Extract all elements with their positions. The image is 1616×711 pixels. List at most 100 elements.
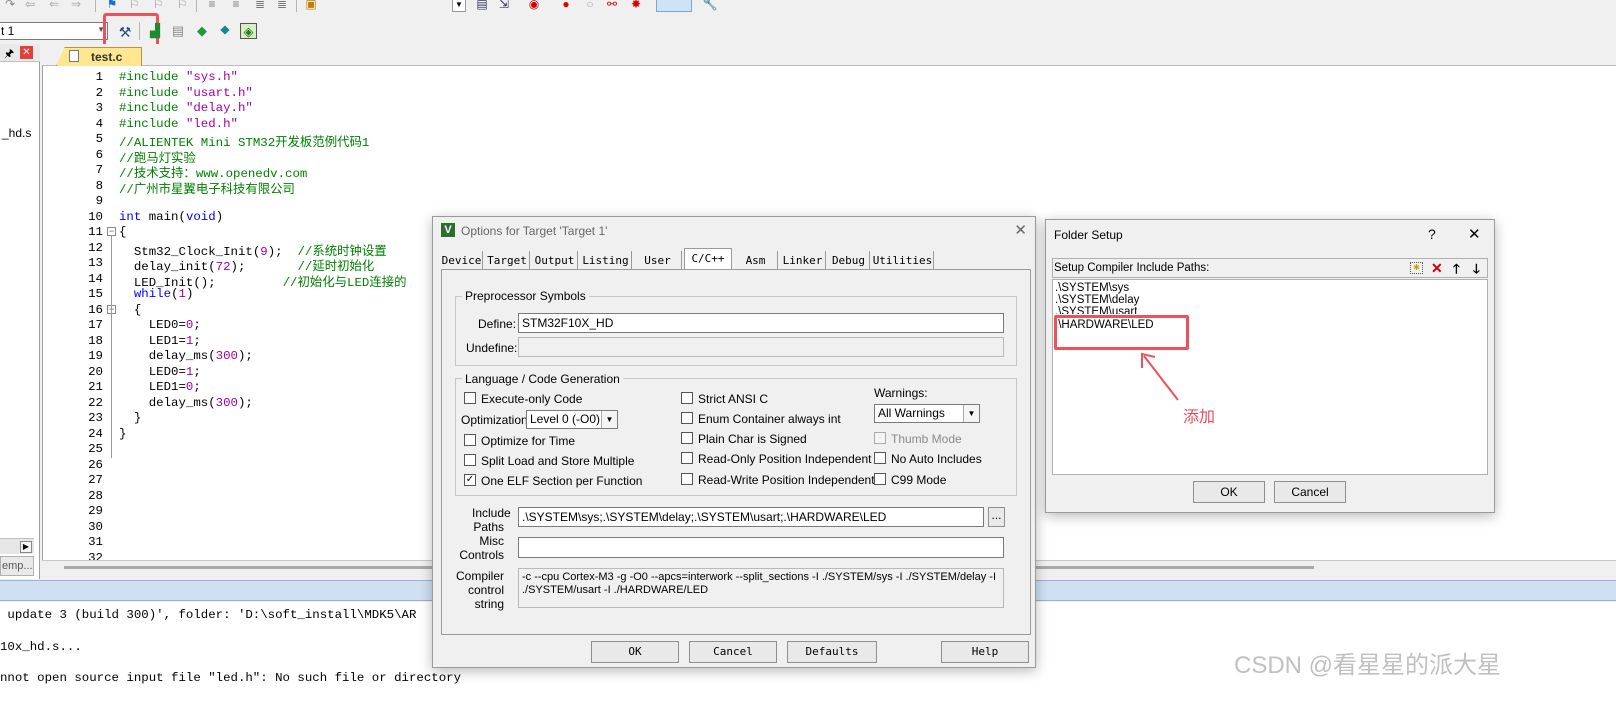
thumb-mode-checkbox[interactable]	[874, 432, 886, 444]
manage-project-items-icon[interactable]: ▟	[147, 23, 163, 39]
select-packs-icon[interactable]: ▤	[170, 23, 186, 39]
scroll-right-icon[interactable]: ▶	[20, 541, 32, 553]
c99-mode-checkbox[interactable]	[874, 473, 886, 485]
split-load-checkbox[interactable]	[464, 454, 476, 466]
pin-icon[interactable]: 🖈	[4, 45, 14, 64]
line-number: 2	[95, 85, 103, 100]
line-number: 6	[95, 147, 103, 162]
find-in-files-icon[interactable]: ▣	[303, 0, 319, 12]
delete-icon[interactable]: ✕	[1431, 260, 1443, 277]
define-input[interactable]: STM32F10X_HD	[518, 313, 1004, 333]
back-arrow-icon[interactable]: ⇐	[46, 0, 62, 12]
tab-target[interactable]: Target	[485, 251, 530, 270]
plain-char-checkbox[interactable]	[681, 432, 693, 444]
debug-session-icon[interactable]: ◉	[526, 0, 542, 12]
tab-device[interactable]: Device	[441, 251, 483, 270]
undefine-label: Undefine:	[466, 341, 518, 355]
file-icon	[69, 50, 79, 62]
no-auto-includes-checkbox[interactable]	[874, 452, 886, 464]
plain-char-label: Plain Char is Signed	[698, 432, 807, 446]
line-number: 31	[88, 535, 103, 549]
tab-user[interactable]: User	[634, 251, 682, 270]
indent-icon[interactable]: ≡	[204, 0, 220, 12]
warnings-select[interactable]: All Warnings ▼	[874, 404, 980, 423]
breakpoint-disable-icon[interactable]: ○	[582, 0, 598, 12]
rw-pi-label: Read-Write Position Independent	[698, 473, 875, 487]
tab-asm[interactable]: Asm	[734, 251, 778, 270]
tab-debug[interactable]: Debug	[828, 251, 870, 270]
close-icon[interactable]: ✕	[1468, 225, 1481, 243]
horizontal-scrollbar[interactable]: ▶	[0, 538, 34, 554]
target-select[interactable]: t 1 ▼	[0, 22, 108, 40]
help-icon[interactable]: ?	[1428, 226, 1436, 242]
bookmark-prev-icon[interactable]: ⚐	[126, 0, 142, 12]
project-panel: 🖈 ✕ _hd.s ▶ emp...	[0, 44, 40, 579]
close-icon[interactable]: ✕	[1014, 221, 1027, 239]
ok-button[interactable]: OK	[1193, 481, 1265, 503]
breakpoint-disable-all-icon[interactable]: ⚯	[604, 0, 620, 12]
fold-marker-icon[interactable]: −	[107, 227, 116, 236]
c-cpp-tab-page: Preprocessor Symbols Define: STM32F10X_H…	[441, 269, 1031, 635]
tab-output[interactable]: Output	[532, 251, 578, 270]
window-layout-button[interactable]	[656, 0, 692, 12]
optimization-select[interactable]: Level 0 (-O0) ▼	[526, 410, 618, 429]
bookmark-clear-icon[interactable]: ⚐	[174, 0, 190, 12]
list-item[interactable]: .\SYSTEM\sys	[1055, 282, 1129, 294]
include-paths-input[interactable]: .\SYSTEM\sys;.\SYSTEM\delay;.\SYSTEM\usa…	[518, 507, 984, 527]
help-button[interactable]: Help	[941, 641, 1029, 663]
bookmark-icon[interactable]: ⚑	[104, 0, 120, 12]
tab-listing[interactable]: Listing	[580, 251, 632, 270]
bookmark-next-icon[interactable]: ⚐	[150, 0, 166, 12]
include-paths-browse-button[interactable]: ...	[988, 507, 1005, 527]
line-number: 18	[88, 333, 103, 348]
optimize-time-checkbox[interactable]	[464, 434, 476, 446]
find-icon[interactable]: ▤	[474, 0, 490, 12]
editor-tab-test-c[interactable]: test.c	[56, 47, 142, 66]
include-paths-list[interactable]: .\SYSTEM\sys .\SYSTEM\delay .\SYSTEM\usa…	[1052, 279, 1488, 475]
cancel-button[interactable]: Cancel	[689, 641, 777, 663]
project-file-item[interactable]: _hd.s	[2, 126, 31, 140]
pack-installer-icon[interactable]: ⯁	[217, 23, 233, 39]
chevron-down-icon: ▼	[963, 405, 979, 422]
toolbar-row-2: t 1 ▼ ⚒ ▟ ▤ ◆ ⯁ ◈	[0, 13, 1616, 51]
one-elf-checkbox[interactable]: ✓	[464, 474, 476, 486]
code-line: LED1=0;	[119, 380, 201, 394]
compiler-control-string[interactable]: -c --cpu Cortex-M3 -g -O0 --apcs=interwo…	[518, 568, 1004, 608]
incremental-find-icon[interactable]: ⇲	[496, 0, 512, 12]
redo-icon[interactable]: ↷	[2, 0, 18, 12]
list-item[interactable]: .\SYSTEM\delay	[1055, 294, 1139, 306]
enum-container-checkbox[interactable]	[681, 412, 693, 424]
misc-controls-input[interactable]	[518, 537, 1004, 558]
execute-only-checkbox[interactable]	[464, 392, 476, 404]
ro-pi-checkbox[interactable]	[681, 452, 693, 464]
tab-utilities[interactable]: Utilities	[872, 251, 934, 270]
cancel-button[interactable]: Cancel	[1274, 481, 1346, 503]
undefine-input[interactable]	[518, 337, 1004, 357]
new-folder-icon[interactable]: ✱	[1410, 262, 1423, 274]
breakpoint-kill-all-icon[interactable]: ✸	[628, 0, 644, 12]
folder-setup-dialog: Folder Setup ? ✕ Setup Compiler Include …	[1045, 219, 1495, 513]
project-bottom-tab[interactable]: emp...	[0, 556, 34, 576]
breakpoint-icon[interactable]: ●	[558, 0, 574, 12]
component-icon[interactable]: ◈	[240, 23, 257, 39]
tab-linker[interactable]: Linker	[780, 251, 826, 270]
rw-pi-checkbox[interactable]	[681, 473, 693, 485]
uncomment-icon[interactable]: ≣	[274, 0, 290, 12]
strict-ansi-checkbox[interactable]	[681, 392, 693, 404]
configure-icon[interactable]: 🔧	[702, 0, 718, 12]
enum-container-label: Enum Container always int	[698, 412, 841, 426]
forward-arrow-icon[interactable]: ⇒	[68, 0, 84, 12]
defaults-button[interactable]: Defaults	[787, 641, 877, 663]
list-item[interactable]: .\SYSTEM\usart	[1055, 306, 1137, 314]
manage-rte-icon[interactable]: ◆	[194, 23, 210, 39]
language-group-title: Language / Code Generation	[462, 372, 623, 386]
unindent-icon[interactable]: ≡	[228, 0, 244, 12]
close-icon[interactable]: ✕	[20, 46, 33, 59]
back-icon[interactable]: ⇦	[22, 0, 38, 12]
line-number: 30	[88, 519, 103, 534]
comment-icon[interactable]: ≣	[252, 0, 268, 12]
ok-button[interactable]: OK	[591, 641, 679, 663]
find-dropdown[interactable]: ▼	[452, 0, 466, 12]
tab-c-cpp[interactable]: C/C++	[684, 248, 732, 270]
build-output-line: 10x_hd.s...	[0, 640, 82, 654]
